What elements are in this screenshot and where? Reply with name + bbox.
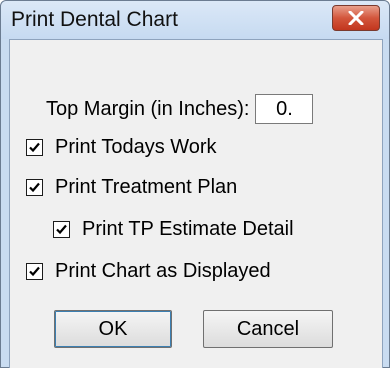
checkbox-row-print-treatment-plan[interactable]: Print Treatment Plan bbox=[26, 176, 237, 199]
dialog-body: Top Margin (in Inches): Print Todays Wor… bbox=[9, 39, 383, 368]
top-margin-label: Top Margin (in Inches): bbox=[46, 97, 250, 120]
cancel-button[interactable]: Cancel bbox=[203, 310, 333, 348]
print-tp-estimate-detail-label: Print TP Estimate Detail bbox=[82, 218, 294, 240]
title-bar[interactable]: Print Dental Chart bbox=[1, 1, 389, 39]
print-dental-chart-dialog: Print Dental Chart Top Margin (in Inches… bbox=[0, 0, 390, 368]
checkbox-row-print-todays-work[interactable]: Print Todays Work bbox=[26, 136, 217, 159]
print-treatment-plan-checkbox[interactable] bbox=[26, 179, 43, 196]
window-title: Print Dental Chart bbox=[11, 8, 178, 31]
print-todays-work-checkbox[interactable] bbox=[26, 139, 43, 156]
close-x-icon bbox=[348, 11, 364, 25]
print-tp-estimate-detail-checkbox[interactable] bbox=[53, 221, 70, 238]
print-chart-as-displayed-label: Print Chart as Displayed bbox=[55, 260, 271, 282]
checkbox-row-print-tp-estimate-detail[interactable]: Print TP Estimate Detail bbox=[53, 218, 294, 241]
top-margin-input[interactable] bbox=[255, 94, 314, 124]
print-treatment-plan-label: Print Treatment Plan bbox=[55, 176, 238, 198]
print-chart-as-displayed-checkbox[interactable] bbox=[26, 263, 43, 280]
close-button[interactable] bbox=[332, 5, 380, 31]
checkbox-row-print-chart-as-displayed[interactable]: Print Chart as Displayed bbox=[26, 260, 271, 283]
ok-button[interactable]: OK bbox=[54, 310, 172, 348]
print-todays-work-label: Print Todays Work bbox=[55, 136, 217, 158]
top-margin-row: Top Margin (in Inches): bbox=[46, 94, 314, 124]
